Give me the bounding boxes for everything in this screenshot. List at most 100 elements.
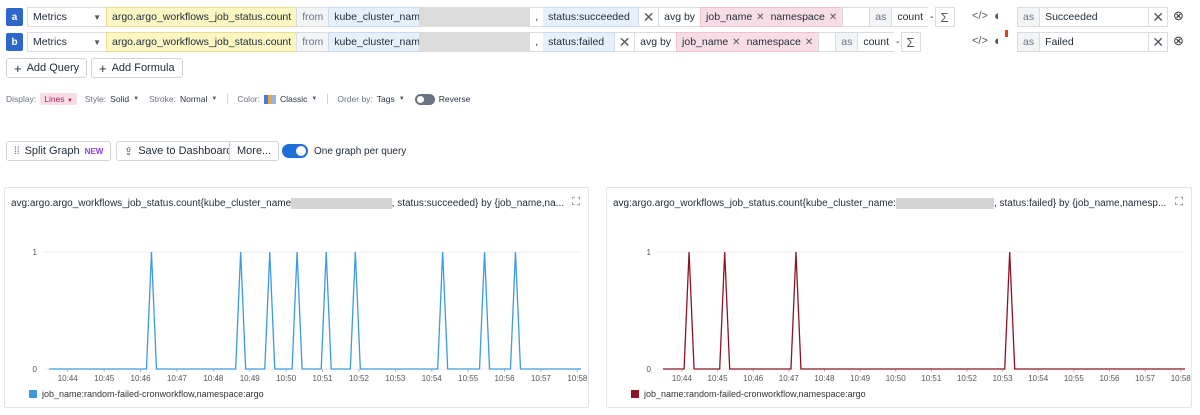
x-tick-label: 10:53 [993,374,1014,383]
graph-panel-succeeded: avg:argo.argo_workflows_job_status.count… [4,187,589,408]
tag-filter-a[interactable]: kube_cluster_name [328,7,426,27]
remove-tag-icon[interactable]: ✕ [829,12,837,23]
redacted-value-b [419,32,532,52]
status-tag-a[interactable]: status:succeeded [543,7,640,27]
agg-label-b[interactable]: avg by [634,32,678,52]
one-graph-toggle[interactable] [282,144,308,158]
code-icon[interactable]: </> [972,10,988,22]
stroke-label: Stroke: [149,94,176,104]
remove-tag-icon[interactable]: ✕ [805,37,813,48]
x-tick-label: 10:44 [672,374,693,383]
source-label: Metrics [33,11,67,23]
reverse-label: Reverse [438,94,471,104]
display-label: Display: [6,94,37,104]
display-select[interactable]: Lines ▼ [40,93,77,105]
clear-filter-b[interactable]: ✕ [614,32,636,52]
upload-icon: ⇪ [124,145,134,158]
remove-tag-icon[interactable]: ✕ [732,37,740,48]
color-select[interactable]: Classic [280,94,307,104]
comma-b: , [530,32,545,52]
one-graph-label: One graph per query [314,146,407,157]
chevron-down-icon: ▼ [66,98,73,104]
query-letter-b[interactable]: b [6,33,23,51]
x-tick-label: 10:48 [814,374,835,383]
agg-label-a[interactable]: avg by [658,7,702,27]
close-icon: ✕ [1152,8,1164,25]
x-tick-label: 10:57 [531,374,552,383]
remove-query-icon[interactable]: ⊗ [1173,33,1184,49]
chevron-down-icon: ▼ [93,12,101,22]
x-tick-label: 10:58 [567,374,588,383]
metric-field-b[interactable]: argo.argo_workflows_job_status.count [106,32,298,52]
group-tag-job-name: job_name [706,11,753,23]
source-select-b[interactable]: Metrics ▼ [27,32,107,52]
alias-input-b[interactable]: Failed [1039,32,1150,52]
group-tags-b[interactable]: job_name ✕ namespace ✕ [676,32,820,52]
warning-marker [1005,30,1008,37]
group-tag-namespace: namespace [770,11,825,23]
remove-tag-icon[interactable]: ✕ [756,12,764,23]
clear-alias-b[interactable]: ✕ [1148,32,1169,52]
y-tick-label: 1 [647,248,652,257]
query-letter-a[interactable]: a [6,8,23,26]
y-tick-label: 0 [647,365,652,374]
x-tick-label: 10:55 [1064,374,1085,383]
style-select[interactable]: Solid [110,94,129,104]
alias-as-label-b: as [1017,32,1041,52]
save-dashboard-button[interactable]: ⇪ Save to Dashboard [116,141,241,161]
add-formula-label: Add Formula [111,62,175,74]
stroke-select[interactable]: Normal [180,94,207,104]
divider [327,94,329,104]
x-tick-label: 10:45 [708,374,729,383]
as-label-a: as [869,7,893,27]
plus-icon: + [99,60,107,76]
sigma-button-a[interactable]: Σ [934,7,955,27]
x-tick-label: 10:46 [743,374,764,383]
from-label-b: from [296,32,330,52]
more-button[interactable]: More... [229,141,280,161]
clear-filter-a[interactable]: ✕ [638,7,660,27]
x-tick-label: 10:54 [422,374,443,383]
legend-failed: job_name:random-failed-cronworkflow,name… [631,389,866,399]
remove-query-icon[interactable]: ⊗ [1173,8,1184,24]
plus-icon: + [14,60,22,76]
legend-swatch [29,390,37,398]
tag-filter-b[interactable]: kube_cluster_name [328,32,426,52]
sigma-icon: Σ [906,34,915,50]
code-icon[interactable]: </> [972,35,988,47]
save-dashboard-label: Save to Dashboard [138,145,233,157]
alias-as-label-a: as [1017,7,1041,27]
group-tags-a[interactable]: job_name ✕ namespace ✕ [700,7,844,27]
order-select[interactable]: Tags [377,94,395,104]
group-tag-namespace: namespace [746,36,801,48]
metric-field-a[interactable]: argo.argo_workflows_job_status.count [106,7,298,27]
sigma-button-b[interactable]: Σ [900,32,921,52]
x-tick-label: 10:55 [458,374,479,383]
reverse-toggle[interactable] [414,93,435,105]
add-query-button[interactable]: + Add Query [6,58,88,78]
x-tick-label: 10:50 [886,374,907,383]
query-row-a: a Metrics ▼ argo.argo_workflows_job_statu… [6,7,955,27]
toggle-knob [416,95,424,103]
as-value-b[interactable]: count [857,32,896,52]
query-row-b: b Metrics ▼ argo.argo_workflows_job_statu… [6,32,921,52]
toggle-knob [296,146,306,156]
as-value-a[interactable]: count [891,7,930,27]
y-tick-label: 0 [33,365,38,374]
palette-icon[interactable]: ◐ [994,8,1002,23]
chevron-down-icon: ▼ [93,37,101,47]
x-tick-label: 10:49 [240,374,261,383]
add-formula-button[interactable]: + Add Formula [91,58,183,78]
status-tag-b[interactable]: status:failed [543,32,616,52]
source-select-a[interactable]: Metrics ▼ [27,7,107,27]
close-icon: ✕ [1152,33,1164,50]
split-graph-button[interactable]: ⁞⁞ Split Graph NEW [6,141,112,161]
palette-icon[interactable]: ◐ [994,33,1002,48]
x-tick-label: 10:57 [1135,374,1156,383]
style-label: Style: [84,94,107,104]
legend-label: job_name:random-failed-cronworkflow,name… [644,389,866,399]
clear-alias-a[interactable]: ✕ [1148,7,1169,27]
x-tick-label: 10:51 [313,374,334,383]
alias-input-a[interactable]: Succeeded [1039,7,1150,27]
x-tick-label: 10:54 [1028,374,1049,383]
